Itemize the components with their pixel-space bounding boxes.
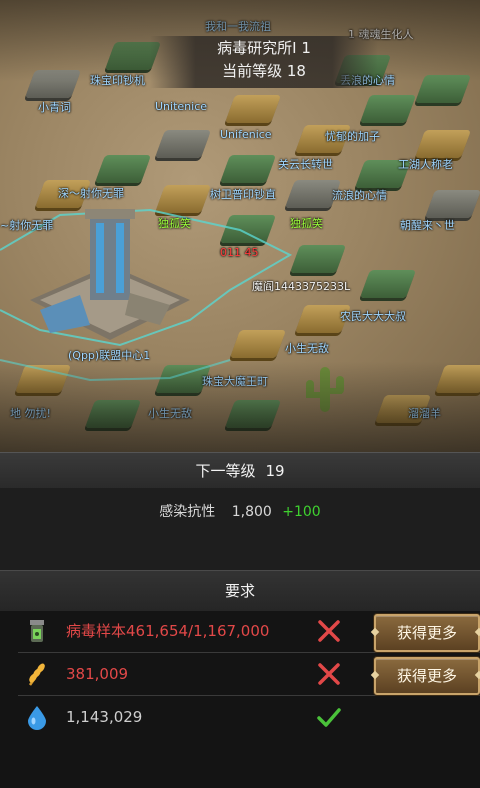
spacer	[0, 540, 480, 570]
requirement-text: 381,009	[66, 665, 129, 683]
water-drop-icon	[28, 706, 46, 730]
requirement-text: 1,143,029	[66, 708, 143, 726]
map-player-name[interactable]: 小青词	[38, 99, 71, 115]
next-level-label: 下一等级	[195, 462, 256, 480]
map-coordinate-label: 011 45	[220, 246, 259, 259]
virus-sample-icon	[30, 620, 44, 642]
requirement-row: 1,143,029	[18, 696, 480, 739]
building-info-banner: 病毒研究所I 1 当前等级 18	[150, 36, 378, 88]
requirement-text: 病毒样本461,654/1,167,000	[66, 622, 270, 640]
map-alliance-center-label[interactable]: (Qpp)联盟中心1	[68, 347, 150, 363]
map-player-name[interactable]: 珠宝大魔王町	[202, 373, 268, 389]
bottom-area	[0, 738, 480, 788]
get-more-button[interactable]: 获得更多	[374, 657, 480, 695]
stat-bonus: +100	[282, 504, 321, 520]
map-player-name[interactable]: 地 勿扰!	[10, 405, 51, 421]
map-player-name[interactable]: 小生无敌	[148, 405, 192, 421]
map-player-name[interactable]: 珠宝印钞机	[90, 72, 145, 88]
current-level: 当前等级 18	[222, 62, 306, 80]
requirements-header: 要求	[0, 570, 480, 611]
map-player-name[interactable]: 农民大大大叔	[340, 308, 406, 324]
next-level-value: 19	[265, 462, 285, 480]
building-title: 病毒研究所I 1	[217, 39, 311, 57]
wheat-icon	[28, 663, 46, 686]
cross-icon	[318, 663, 340, 685]
map-player-name[interactable]: 我和一我流祖	[205, 18, 271, 34]
map-player-name[interactable]: 魔阎1443375233L	[252, 278, 350, 294]
requirement-row: 381,009 获得更多	[18, 653, 480, 696]
map-player-name[interactable]: 朝醒来丶世	[400, 217, 455, 233]
get-more-button[interactable]: 获得更多	[374, 614, 480, 652]
map-player-name[interactable]: 树卫普印钞直	[210, 186, 276, 202]
map-player-name[interactable]: 小生无敌	[285, 340, 329, 356]
stat-name: 感染抗性	[159, 504, 216, 520]
map-player-name[interactable]: 深～射你无罪	[58, 185, 124, 201]
map-player-name[interactable]: 溜溜羊	[408, 405, 441, 421]
map-player-name[interactable]: 流浪的心情	[332, 187, 387, 203]
map-player-name[interactable]: 独孤笑	[158, 215, 191, 231]
map-player-name[interactable]: 忧郁的加子	[325, 128, 380, 144]
map-player-name[interactable]: 工湖人称老	[398, 156, 453, 172]
requirements-list: 病毒样本461,654/1,167,000 获得更多 381,009 获得更多 …	[18, 610, 480, 739]
stat-row: 感染抗性 1,800 +100	[0, 488, 480, 540]
map-player-name[interactable]: 独孤笑	[290, 215, 323, 231]
map-player-name[interactable]: ~射你无罪	[0, 217, 53, 233]
requirements-title: 要求	[224, 582, 255, 600]
world-map[interactable]: 我和一我流祖 1 魂魂生化人 珠宝印钞机 丢浪的心情 小青词 Unitenice…	[0, 0, 480, 452]
map-player-name[interactable]: 关云长转世	[278, 156, 333, 172]
next-level-header: 下一等级 19	[0, 452, 480, 489]
map-player-name[interactable]: Unifenice	[220, 128, 272, 141]
checkmark-icon	[317, 708, 341, 727]
cross-icon	[318, 620, 340, 642]
map-player-name[interactable]: Unitenice	[155, 100, 207, 113]
requirement-row: 病毒样本461,654/1,167,000 获得更多	[18, 610, 480, 653]
stat-value: 1,800	[231, 504, 272, 520]
cactus-decoration	[306, 367, 344, 412]
